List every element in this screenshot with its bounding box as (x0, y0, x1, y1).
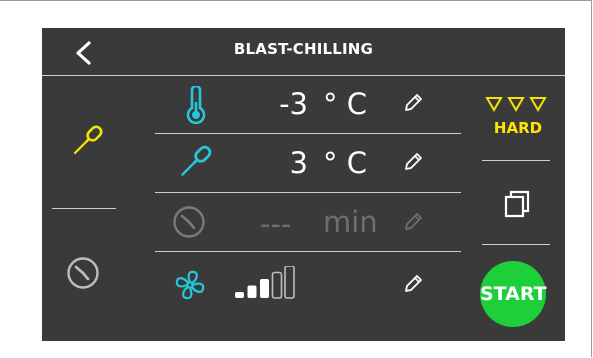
edit-air-temp-button[interactable] (402, 92, 424, 114)
header-divider (42, 75, 565, 76)
probe-temp-value: 3 (289, 146, 308, 180)
pencil-icon (405, 213, 422, 230)
time-value: --- (260, 207, 292, 241)
thermometer-icon (185, 84, 207, 125)
copy-button[interactable] (503, 187, 533, 219)
fan-icon (174, 269, 206, 301)
mode-probe-button[interactable] (67, 121, 107, 161)
timer-icon (172, 205, 206, 239)
left-divider (52, 208, 116, 209)
probe-temp-icon (174, 141, 216, 183)
start-button[interactable]: START (480, 261, 547, 327)
row-divider-3 (155, 251, 461, 252)
fan-level-bar (247, 285, 257, 298)
pencil-icon (405, 94, 422, 111)
fan-level-bar (271, 271, 283, 299)
controller-screen: BLAST-CHILLING -3 ° C 3 ° C --- min HARD… (42, 28, 565, 341)
air-temp-unit: ° C (323, 87, 367, 121)
fan-level-bar (260, 279, 269, 298)
edit-time-button[interactable] (402, 211, 424, 233)
fan-level-bar (284, 265, 295, 299)
clock-icon (67, 257, 99, 289)
right-divider-1 (482, 160, 550, 161)
probe-icon (73, 125, 103, 155)
row-divider-2 (155, 192, 461, 193)
pencil-icon (405, 275, 422, 292)
edit-fan-button[interactable] (402, 273, 424, 295)
time-unit: min (323, 205, 378, 239)
right-divider-2 (482, 244, 550, 245)
row-divider-1 (155, 133, 461, 134)
fan-speed-indicator (233, 265, 303, 300)
mode-hard-label[interactable]: HARD (478, 119, 558, 137)
fan-level-bar (235, 292, 244, 298)
copy-icon (504, 190, 530, 218)
mode-timer-button[interactable] (66, 256, 100, 290)
probe-temp-unit: ° C (323, 146, 367, 180)
page-title: BLAST-CHILLING (233, 40, 374, 58)
triple-down-triangle-icon[interactable] (485, 96, 547, 112)
air-temp-value: -3 (279, 87, 308, 121)
pencil-icon (405, 153, 422, 170)
edit-probe-temp-button[interactable] (402, 151, 424, 173)
